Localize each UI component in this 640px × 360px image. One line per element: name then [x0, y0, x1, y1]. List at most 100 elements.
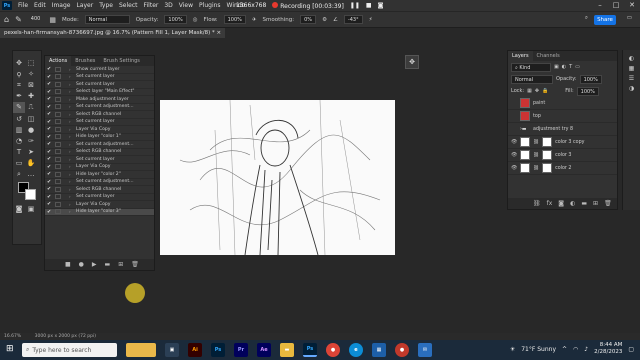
- checkmark-icon[interactable]: ✔: [47, 126, 53, 132]
- checkmark-icon[interactable]: ✔: [47, 134, 53, 140]
- chrome-icon[interactable]: ●: [326, 343, 340, 357]
- action-row[interactable]: ✔ › Set current layer: [45, 119, 154, 126]
- smoothing-settings-icon[interactable]: ⚙: [322, 17, 327, 23]
- action-row[interactable]: ✔ › Set current layer: [45, 81, 154, 89]
- action-row[interactable]: ✔ › Set current adjustment...: [45, 141, 154, 149]
- checkmark-icon[interactable]: ✔: [47, 96, 53, 102]
- close-tab-icon[interactable]: ×: [217, 30, 222, 36]
- play-action-icon[interactable]: ▶: [92, 261, 97, 268]
- expand-arrow-icon[interactable]: ›: [69, 187, 76, 192]
- photoshop-app-icon-2[interactable]: Ps: [303, 343, 317, 357]
- recorder-icon[interactable]: ●: [395, 343, 409, 357]
- eraser-tool-icon[interactable]: ◫: [25, 113, 37, 124]
- layer-mask-thumbnail[interactable]: [542, 150, 553, 160]
- checkmark-icon[interactable]: ✔: [47, 171, 53, 177]
- menu-edit[interactable]: Edit: [31, 2, 49, 9]
- link-layers-icon[interactable]: ⛓: [533, 200, 541, 207]
- pen-tool-icon[interactable]: ✑: [25, 135, 37, 146]
- smoothing-field[interactable]: 0%: [300, 15, 317, 24]
- dialog-toggle-icon[interactable]: [55, 96, 61, 102]
- action-row[interactable]: ✔ › Select RGB channel: [45, 111, 154, 119]
- lock-position-icon[interactable]: ✥: [535, 88, 539, 94]
- airbrush-icon[interactable]: ✈: [252, 17, 257, 23]
- menu-3d[interactable]: 3D: [161, 2, 175, 9]
- crop-tool-icon[interactable]: ⌗: [13, 80, 25, 91]
- tab-brushes[interactable]: Brushes: [71, 56, 99, 66]
- new-group-icon[interactable]: ▬: [581, 200, 587, 207]
- expand-arrow-icon[interactable]: ›: [69, 194, 76, 199]
- gradient-tool-icon[interactable]: ▥: [13, 124, 25, 135]
- opacity-field[interactable]: 100%: [164, 15, 187, 24]
- action-row[interactable]: ✔ › Hide layer "color 1": [45, 134, 154, 141]
- minimize-icon[interactable]: –: [592, 0, 608, 11]
- notification-icon[interactable]: ▢: [628, 346, 634, 353]
- dialog-toggle-icon[interactable]: [55, 111, 61, 117]
- dialog-toggle-icon[interactable]: [55, 186, 61, 192]
- brush-tool-active-icon[interactable]: ✎: [13, 101, 25, 113]
- swatches-panel-icon[interactable]: ▦: [623, 64, 640, 74]
- tab-brush-settings[interactable]: Brush Settings: [99, 56, 144, 66]
- brush-settings-icon[interactable]: ▦: [49, 16, 56, 24]
- checkmark-icon[interactable]: ✔: [47, 179, 53, 185]
- more-tools-icon[interactable]: …: [25, 168, 37, 179]
- menu-file[interactable]: File: [15, 2, 31, 9]
- file-explorer-icon[interactable]: ▬: [280, 343, 294, 357]
- layer-row[interactable]: 👁 ⛓ color 2: [508, 162, 617, 175]
- adjustments-panel-icon[interactable]: ◑: [623, 84, 640, 94]
- checkmark-icon[interactable]: ✔: [47, 66, 53, 72]
- menu-type[interactable]: Type: [96, 2, 116, 9]
- document-tab[interactable]: pexels-han-firmansyah-8736697.jpg @ 16.7…: [0, 28, 226, 38]
- action-row[interactable]: ✔ › Layer Via Copy: [45, 164, 154, 171]
- layer-row[interactable]: 👁 ⛓ color 3 copy: [508, 136, 617, 149]
- layer-row[interactable]: 👁 ⛓ color 3: [508, 149, 617, 162]
- action-row[interactable]: ✔ › Select layer "Main Effect": [45, 89, 154, 96]
- expand-arrow-icon[interactable]: ›: [69, 127, 76, 132]
- clone-stamp-icon[interactable]: ⎍: [25, 102, 37, 113]
- dialog-toggle-icon[interactable]: [55, 194, 61, 200]
- brush-tool-icon[interactable]: ✎: [15, 15, 22, 24]
- quick-mask-icon[interactable]: ◙: [13, 204, 25, 215]
- action-row[interactable]: ✔ › Hide layer "color 3": [45, 208, 154, 216]
- checkmark-icon[interactable]: ✔: [47, 201, 53, 207]
- hand-tool-icon[interactable]: ✋: [25, 157, 37, 168]
- expand-arrow-icon[interactable]: ›: [69, 179, 76, 184]
- frame-tool-icon[interactable]: ⊠: [25, 79, 37, 90]
- expand-arrow-icon[interactable]: ›: [69, 67, 76, 72]
- action-row[interactable]: ✔ › Show current layer: [45, 66, 154, 74]
- new-set-icon[interactable]: ▬: [105, 261, 111, 268]
- checkmark-icon[interactable]: ✔: [47, 156, 53, 162]
- windows-start-icon[interactable]: ⊞: [6, 344, 14, 354]
- store-icon[interactable]: ▦: [372, 343, 386, 357]
- expand-arrow-icon[interactable]: ›: [69, 112, 76, 117]
- expand-arrow-icon[interactable]: ›: [69, 142, 76, 147]
- dialog-toggle-icon[interactable]: [55, 156, 61, 162]
- dialog-toggle-icon[interactable]: [55, 171, 61, 177]
- eyedropper-tool-icon[interactable]: ✒: [13, 91, 25, 102]
- checkmark-icon[interactable]: ✔: [47, 141, 53, 147]
- filter-adjust-icon[interactable]: ◐: [562, 64, 566, 70]
- filter-type-icon[interactable]: T: [569, 64, 572, 70]
- action-row[interactable]: ✔ › Set current layer: [45, 194, 154, 201]
- layer-row[interactable]: paint: [508, 97, 617, 110]
- action-row[interactable]: ✔ › Select RGB channel: [45, 186, 154, 194]
- add-mask-icon[interactable]: ◙: [558, 200, 564, 207]
- pressure-opacity-icon[interactable]: ◎: [193, 17, 198, 23]
- history-brush-icon[interactable]: ↺: [13, 113, 25, 124]
- action-row[interactable]: ✔ › Set current layer: [45, 74, 154, 81]
- action-row[interactable]: ✔ › Hide layer "color 2": [45, 171, 154, 179]
- document-canvas[interactable]: [160, 100, 395, 255]
- flow-field[interactable]: 100%: [223, 15, 246, 24]
- path-select-icon[interactable]: ➤: [25, 146, 37, 157]
- expand-arrow-icon[interactable]: ›: [69, 104, 76, 109]
- dialog-toggle-icon[interactable]: [55, 179, 61, 185]
- checkmark-icon[interactable]: ✔: [47, 194, 53, 200]
- blend-mode-select[interactable]: Normal: [511, 74, 553, 84]
- dialog-toggle-icon[interactable]: [55, 201, 61, 207]
- delete-layer-icon[interactable]: 🗑: [604, 200, 612, 207]
- checkmark-icon[interactable]: ✔: [47, 164, 53, 170]
- new-action-icon[interactable]: ⊞: [118, 261, 123, 268]
- expand-arrow-icon[interactable]: ›: [69, 157, 76, 162]
- symmetry-icon[interactable]: ⚡: [369, 17, 373, 23]
- dialog-toggle-icon[interactable]: [55, 66, 61, 72]
- blur-tool-icon[interactable]: ●: [25, 124, 37, 135]
